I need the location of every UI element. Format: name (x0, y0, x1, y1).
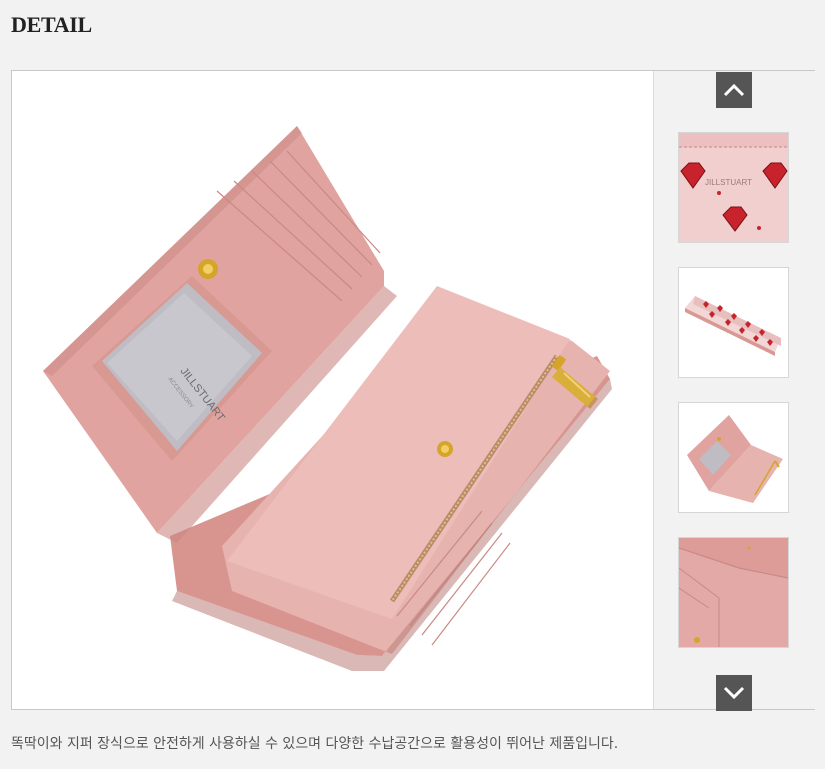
chevron-up-icon (723, 83, 745, 97)
thumb-heart-pattern-closeup: JILLSTUART (679, 133, 788, 242)
thumbnail-item[interactable] (678, 537, 789, 648)
thumbnail-rail: JILLSTUART (653, 71, 815, 711)
svg-text:JILLSTUART: JILLSTUART (705, 178, 752, 187)
scroll-up-button[interactable] (716, 72, 752, 108)
thumbnail-item[interactable] (678, 402, 789, 513)
product-image-viewer: JILLSTUART ACCESSORY JILLSTUART (11, 70, 815, 711)
product-description: 똑딱이와 지퍼 장식으로 안전하게 사용하실 수 있으며 다양한 수납공간으로 … (11, 736, 619, 752)
chevron-down-icon (723, 686, 745, 700)
scroll-down-button[interactable] (716, 675, 752, 711)
thumb-wallet-closed-side (679, 268, 788, 377)
thumbnail-item[interactable]: JILLSTUART (678, 132, 789, 243)
open-wallet-illustration: JILLSTUART ACCESSORY (43, 126, 612, 671)
thumbnail-item[interactable] (678, 267, 789, 378)
thumb-wallet-interior-closeup (679, 538, 788, 647)
page-title: DETAIL (11, 12, 92, 37)
main-product-image: JILLSTUART ACCESSORY (12, 71, 653, 709)
thumb-wallet-open (679, 403, 788, 512)
